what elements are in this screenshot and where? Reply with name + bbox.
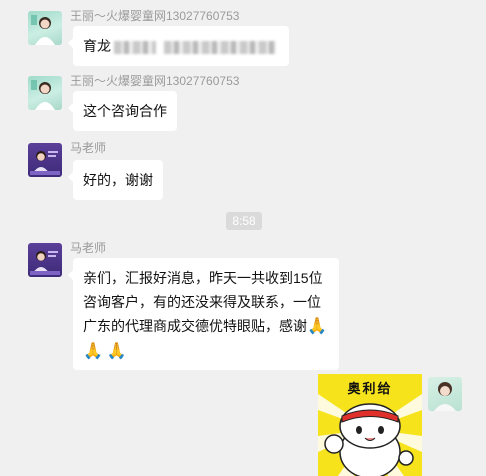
- woman-portrait-icon: [31, 15, 55, 45]
- sender-avatar[interactable]: [28, 143, 62, 177]
- redacted-text: [114, 40, 156, 54]
- sender-name: 马老师: [70, 141, 107, 155]
- message-line: 广东的代理商成交德优特眼贴，感谢🙏: [83, 314, 329, 339]
- message-line: 🙏 🙏: [83, 339, 329, 364]
- timestamp-badge: 8:58: [226, 212, 262, 230]
- redacted-text: [164, 40, 276, 54]
- sticker-image[interactable]: 奥利给: [318, 374, 422, 476]
- sender-name: 马老师: [70, 241, 107, 255]
- folded-hands-icon: 🙏: [83, 343, 103, 360]
- self-avatar[interactable]: [428, 377, 462, 411]
- message-bubble[interactable]: 育龙: [68, 26, 289, 66]
- sticker-caption: 奥利给: [347, 382, 393, 397]
- sender-avatar[interactable]: [28, 76, 62, 110]
- sender-avatar[interactable]: [28, 11, 62, 45]
- woman-portrait-icon: [31, 80, 55, 110]
- sender-name: 王丽～火爆婴童网13027760753: [70, 9, 240, 23]
- sender-avatar[interactable]: [28, 243, 62, 277]
- folded-hands-icon: 🙏: [106, 343, 127, 360]
- message-line: 亲们，汇报好消息，昨天一共收到15位: [83, 270, 323, 286]
- message-bubble[interactable]: 这个咨询合作: [68, 91, 177, 131]
- message-line: 咨询客户，有的还没来得及联系，一位: [83, 294, 321, 310]
- message-text: 这个咨询合作: [83, 103, 167, 119]
- message-text: 好的，谢谢: [83, 172, 153, 188]
- teacher-portrait-icon: [30, 151, 60, 175]
- message-bubble[interactable]: 亲们，汇报好消息，昨天一共收到15位 咨询客户，有的还没来得及联系，一位 广东的…: [68, 258, 339, 370]
- woman-portrait-icon: [434, 382, 456, 411]
- teacher-portrait-icon: [30, 251, 60, 275]
- message-line-text: 广东的代理商成交德优特眼贴，感谢: [83, 318, 307, 334]
- folded-hands-icon: 🙏: [307, 318, 327, 335]
- sender-name: 王丽～火爆婴童网13027760753: [70, 74, 240, 88]
- message-text: 育龙: [83, 38, 111, 54]
- message-bubble[interactable]: 好的，谢谢: [68, 160, 163, 200]
